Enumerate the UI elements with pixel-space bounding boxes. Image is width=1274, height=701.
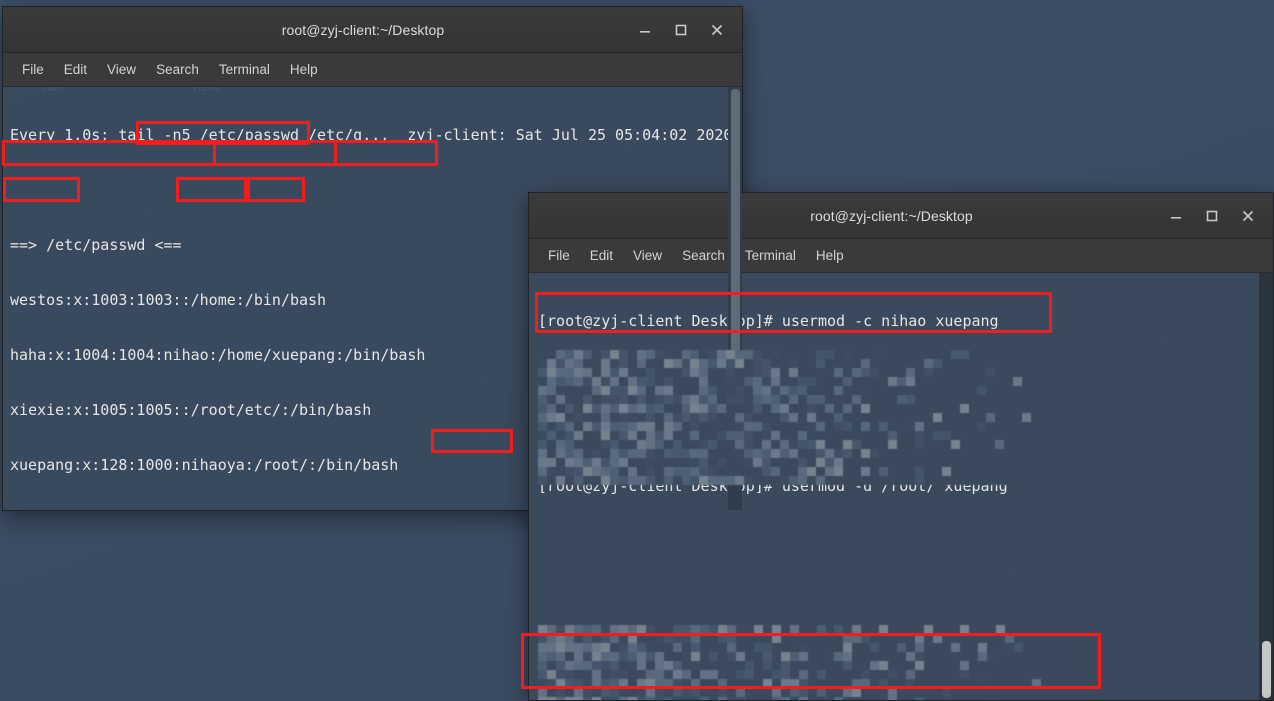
menu-item-file[interactable]: File bbox=[15, 59, 51, 80]
scrollbar-thumb-back[interactable] bbox=[731, 89, 740, 444]
terminal-body-front[interactable]: [root@zyj-client Desktop]# usermod -c ni… bbox=[529, 273, 1273, 700]
menu-item-search[interactable]: Search bbox=[149, 59, 206, 80]
window-controls-front bbox=[1168, 208, 1273, 224]
titlebar-back[interactable]: root@zyj-client:~/Desktop bbox=[3, 7, 742, 53]
terminal-line-censored bbox=[538, 642, 1259, 660]
close-button[interactable] bbox=[709, 22, 725, 38]
terminal-output-front: [root@zyj-client Desktop]# usermod -c ni… bbox=[538, 275, 1259, 700]
menu-item-help[interactable]: Help bbox=[809, 245, 851, 266]
minimize-button[interactable] bbox=[1168, 208, 1184, 224]
minimize-button[interactable] bbox=[637, 22, 653, 38]
terminal-line: ==> /etc/passwd <== bbox=[10, 235, 182, 254]
menu-item-edit[interactable]: Edit bbox=[57, 59, 94, 80]
terminal-line: [root@zyj-client Desktop]# usermod -c ni… bbox=[538, 311, 999, 330]
menu-item-terminal[interactable]: Terminal bbox=[738, 245, 803, 266]
scrollbar-thumb-front[interactable] bbox=[1262, 641, 1271, 698]
maximize-button[interactable] bbox=[1204, 208, 1220, 224]
terminal-line-censored bbox=[538, 697, 1259, 700]
terminal-line: [root@zyj-client Desktop]# usermod -c ni… bbox=[538, 421, 1017, 440]
window-title-back: root@zyj-client:~/Desktop bbox=[281, 21, 445, 38]
terminal-line-censored bbox=[538, 532, 1259, 550]
close-button[interactable] bbox=[1240, 208, 1256, 224]
terminal-line: usermod: no changes bbox=[538, 366, 710, 385]
menu-item-terminal[interactable]: Terminal bbox=[212, 59, 277, 80]
menubar-back: File Edit View Search Terminal Help bbox=[3, 53, 742, 87]
maximize-button[interactable] bbox=[673, 22, 689, 38]
terminal-line-censored bbox=[538, 587, 1259, 605]
menu-item-view[interactable]: View bbox=[100, 59, 143, 80]
terminal-line: [root@zyj-client Desktop]# usermod -d /r… bbox=[538, 476, 1008, 495]
scrollbar-back[interactable] bbox=[728, 87, 742, 510]
scrollbar-front[interactable] bbox=[1259, 273, 1273, 700]
window-controls-back bbox=[637, 22, 742, 38]
menu-item-help[interactable]: Help bbox=[283, 59, 325, 80]
watch-header-line: Every 1.0s: tail -n5 /etc/passwd /etc/g.… bbox=[10, 125, 733, 144]
